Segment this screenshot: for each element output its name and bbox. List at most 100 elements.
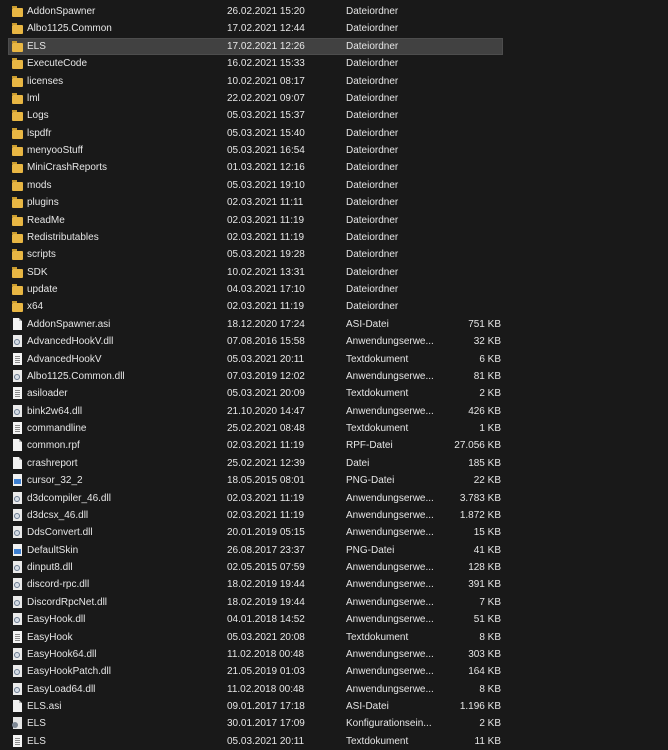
file-row[interactable]: discord-rpc.dll 18.02.2019 19:44 Anwendung… bbox=[0, 576, 668, 593]
file-type: PNG-Datei bbox=[346, 544, 395, 556]
file-date: 05.03.2021 19:28 bbox=[227, 249, 305, 261]
file-type: Dateiordner bbox=[346, 179, 399, 191]
file-name: x64 bbox=[27, 301, 44, 313]
file-name: commandline bbox=[27, 423, 87, 434]
folder-row[interactable]: mods 05.03.2021 19:10 Dateiordner bbox=[0, 177, 668, 194]
file-date: 17.02.2021 12:26 bbox=[227, 40, 305, 52]
file-date: 02.05.2015 07:59 bbox=[227, 562, 305, 573]
file-type: PNG-Datei bbox=[346, 475, 395, 487]
file-type: Textdokument bbox=[346, 353, 409, 365]
folder-icon bbox=[12, 266, 23, 279]
folder-row[interactable]: Logs 05.03.2021 15:37 Dateiordner bbox=[0, 107, 668, 124]
folder-row[interactable]: ELS 17.02.2021 12:26 Dateiordner bbox=[0, 37, 668, 55]
file-date: 02.03.2021 11:19 bbox=[227, 214, 305, 226]
file-row[interactable]: EasyHook64.dll 11.02.2018 00:48 Anwendungs… bbox=[0, 646, 668, 663]
file-date: 02.03.2021 11:19 bbox=[227, 231, 305, 243]
file-row[interactable]: common.rpf 02.03.2021 11:19 RPF-Datei 27.05… bbox=[0, 437, 668, 454]
file-row[interactable]: DiscordRpcNet.dll 18.02.2019 19:44 Anwendu… bbox=[0, 594, 668, 611]
file-list: AddonSpawner 26.02.2021 15:20 Dateiordner A… bbox=[0, 0, 668, 750]
folder-row[interactable]: x64 02.03.2021 11:19 Dateiordner bbox=[0, 298, 668, 315]
folder-icon bbox=[12, 248, 23, 261]
file-row[interactable]: DefaultSkin 26.08.2017 23:37 PNG-Datei 41 K… bbox=[0, 542, 668, 559]
file-size: 751 KB bbox=[468, 318, 501, 330]
file-row[interactable]: cursor_32_2 18.05.2015 08:01 PNG-Datei 22 K… bbox=[0, 472, 668, 489]
file-row[interactable]: dinput8.dll 02.05.2015 07:59 Anwendungserw… bbox=[0, 559, 668, 576]
file-name: EasyHookPatch.dll bbox=[27, 666, 111, 678]
file-row[interactable]: crashreport 25.02.2021 12:39 Datei 185 KB bbox=[0, 455, 668, 472]
file-type: Anwendungserwe... bbox=[346, 527, 434, 539]
file-date: 07.03.2019 12:02 bbox=[227, 370, 305, 382]
folder-icon bbox=[12, 214, 23, 227]
file-row[interactable]: DdsConvert.dll 20.01.2019 05:15 Anwendungs… bbox=[0, 524, 668, 541]
file-row[interactable]: bink2w64.dll 21.10.2020 14:47 Anwendungser… bbox=[0, 403, 668, 420]
file-type: Textdokument bbox=[346, 735, 409, 747]
folder-row[interactable]: ReadMe 02.03.2021 11:19 Dateiordner bbox=[0, 212, 668, 229]
file-name: menyooStuff bbox=[27, 145, 83, 156]
file-date: 21.05.2019 01:03 bbox=[227, 666, 305, 678]
file-size: 8 KB bbox=[479, 683, 501, 695]
folder-row[interactable]: ExecuteCode 16.02.2021 15:33 Dateiordner bbox=[0, 55, 668, 72]
file-row[interactable]: AddonSpawner.asi 18.12.2020 17:24 ASI-Date… bbox=[0, 316, 668, 333]
file-row[interactable]: AdvancedHookV.dll 07.08.2016 15:58 Anwendu… bbox=[0, 333, 668, 350]
folder-row[interactable]: scripts 05.03.2021 19:28 Dateiordner bbox=[0, 246, 668, 263]
folder-row[interactable]: plugins 02.03.2021 11:11 Dateiordner bbox=[0, 194, 668, 211]
file-date: 05.03.2021 20:11 bbox=[227, 735, 305, 747]
file-type: Dateiordner bbox=[346, 214, 399, 226]
folder-row[interactable]: menyooStuff 05.03.2021 16:54 Dateiordner bbox=[0, 142, 668, 159]
folder-icon bbox=[12, 144, 23, 157]
file-name: DdsConvert.dll bbox=[27, 527, 93, 539]
folder-row[interactable]: lspdfr 05.03.2021 15:40 Dateiordner bbox=[0, 125, 668, 142]
file-row[interactable]: commandline 25.02.2021 08:48 Textdokument 1… bbox=[0, 420, 668, 437]
file-row[interactable]: d3dcompiler_46.dll 02.03.2021 11:19 Anwend… bbox=[0, 490, 668, 507]
file-row[interactable]: ELS.asi 09.01.2017 17:18 ASI-Datei 1.196 KB bbox=[0, 698, 668, 715]
folder-row[interactable]: SDK 10.02.2021 13:31 Dateiordner bbox=[0, 264, 668, 281]
folder-row[interactable]: licenses 10.02.2021 08:17 Dateiordner bbox=[0, 73, 668, 90]
file-type: Dateiordner bbox=[346, 127, 399, 139]
file-name: AddonSpawner bbox=[27, 6, 96, 17]
file-date: 18.12.2020 17:24 bbox=[227, 318, 305, 330]
file-name: AddonSpawner.asi bbox=[27, 318, 111, 330]
file-row[interactable]: ELS 05.03.2021 20:11 Textdokument 11 KB bbox=[0, 733, 668, 750]
file-name: DefaultSkin bbox=[27, 544, 79, 556]
folder-row[interactable]: lml 22.02.2021 09:07 Dateiordner bbox=[0, 90, 668, 107]
file-name: AdvancedHookV bbox=[27, 353, 102, 365]
file-row[interactable]: Albo1125.Common.dll 07.03.2019 12:02 Anwen… bbox=[0, 368, 668, 385]
file-row[interactable]: EasyHookPatch.dll 21.05.2019 01:03 Anwendu… bbox=[0, 663, 668, 680]
folder-row[interactable]: AddonSpawner 26.02.2021 15:20 Dateiordner bbox=[0, 3, 668, 20]
file-type: Dateiordner bbox=[346, 301, 399, 313]
file-row[interactable]: EasyHook 05.03.2021 20:08 Textdokument 8 KB bbox=[0, 629, 668, 646]
file-name: ReadMe bbox=[27, 214, 65, 226]
folder-icon bbox=[12, 231, 23, 244]
file-name: ELS.asi bbox=[27, 701, 62, 712]
folder-row[interactable]: Redistributables 02.03.2021 11:19 Dateiord… bbox=[0, 229, 668, 246]
dll-icon bbox=[12, 369, 23, 383]
file-name: Albo1125.Common bbox=[27, 23, 112, 35]
file-type: Dateiordner bbox=[346, 75, 399, 87]
folder-icon bbox=[12, 5, 23, 18]
file-date: 05.03.2021 19:10 bbox=[227, 179, 305, 191]
file-size: 2 KB bbox=[479, 718, 501, 730]
file-date: 25.02.2021 12:39 bbox=[227, 457, 305, 469]
file-row[interactable]: EasyLoad64.dll 11.02.2018 00:48 Anwendungs… bbox=[0, 681, 668, 698]
folder-icon bbox=[12, 283, 23, 296]
file-row[interactable]: EasyHook.dll 04.01.2018 14:52 Anwendungser… bbox=[0, 611, 668, 628]
file-type: Dateiordner bbox=[346, 40, 399, 52]
file-row[interactable]: ELS 30.01.2017 17:09 Konfigurationsein... 2… bbox=[0, 715, 668, 732]
folder-row[interactable]: MiniCrashReports 01.03.2021 12:16 Dateiord… bbox=[0, 159, 668, 176]
file-row[interactable]: AdvancedHookV 05.03.2021 20:11 Textdokumen… bbox=[0, 351, 668, 368]
file-date: 02.03.2021 11:19 bbox=[227, 301, 305, 313]
dll-icon bbox=[12, 335, 23, 348]
file-name: lspdfr bbox=[27, 127, 52, 139]
folder-row[interactable]: update 04.03.2021 17:10 Dateiordner bbox=[0, 281, 668, 298]
folder-icon bbox=[12, 161, 23, 174]
folder-row[interactable]: Albo1125.Common 17.02.2021 12:44 Dateiordn… bbox=[0, 20, 668, 37]
file-row[interactable]: d3dcsx_46.dll 02.03.2021 11:19 Anwendungse… bbox=[0, 507, 668, 524]
file-name: plugins bbox=[27, 197, 59, 209]
file-date: 30.01.2017 17:09 bbox=[227, 718, 305, 730]
file-type: Dateiordner bbox=[346, 6, 399, 17]
file-row[interactable]: asiloader 05.03.2021 20:09 Textdokument 2 K… bbox=[0, 385, 668, 402]
folder-icon bbox=[12, 92, 23, 105]
file-name: EasyHook.dll bbox=[27, 614, 86, 626]
file-size: 41 KB bbox=[473, 544, 501, 556]
file-size: 3.783 KB bbox=[459, 492, 501, 504]
